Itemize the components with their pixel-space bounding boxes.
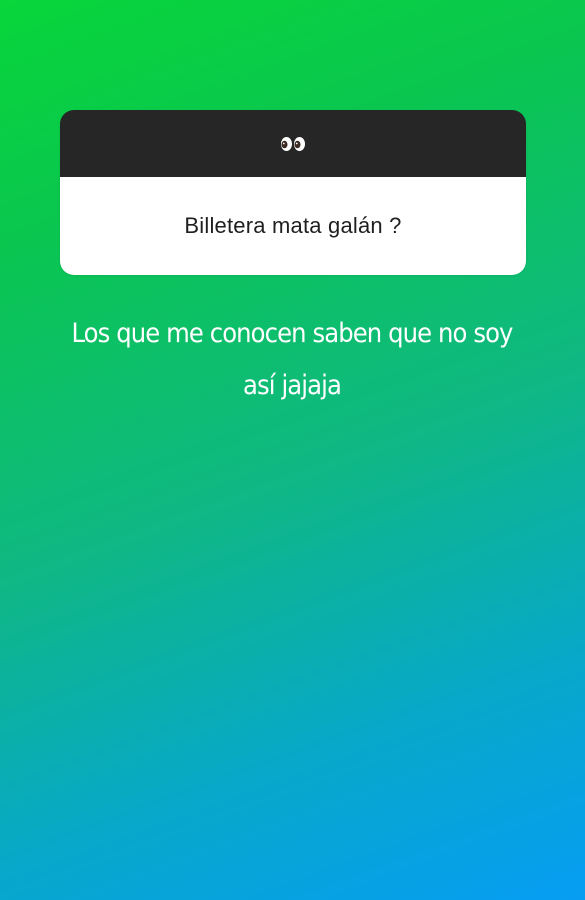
question-text: Billetera mata galán ? bbox=[184, 213, 402, 238]
question-sticker-body: Billetera mata galán ? bbox=[60, 177, 526, 275]
question-sticker-header bbox=[60, 110, 526, 177]
question-sticker[interactable]: Billetera mata galán ? bbox=[60, 110, 526, 275]
eyes-emoji-icon bbox=[280, 136, 306, 152]
answer-text: Los que me conocen saben que no soy así … bbox=[71, 318, 513, 401]
story-canvas: Billetera mata galán ? Los que me conoce… bbox=[0, 0, 585, 900]
